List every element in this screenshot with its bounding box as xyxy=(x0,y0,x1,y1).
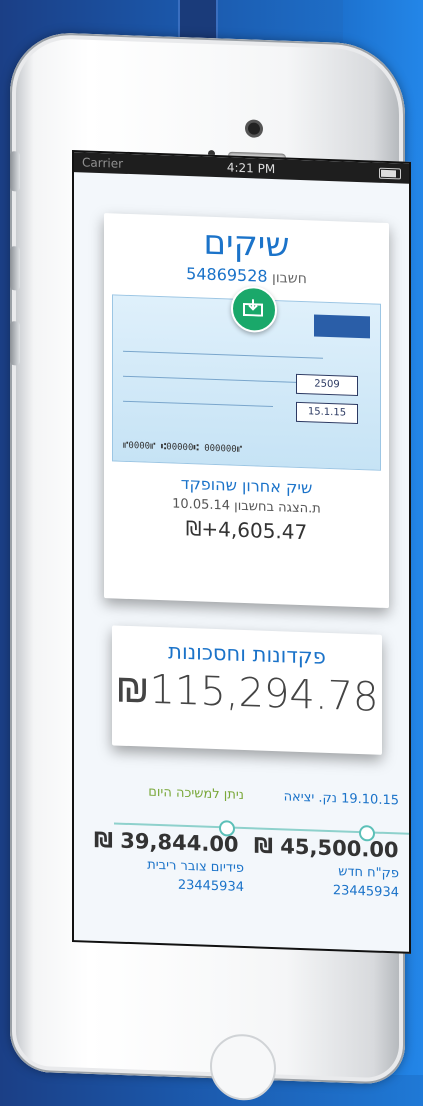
deposit-amount: ₪ 45,500.00 xyxy=(254,833,399,863)
volume-down-button xyxy=(10,321,20,366)
last-check-amount: ₪+4,605.47 xyxy=(185,515,308,545)
cheque-amount-box: 2509 xyxy=(296,373,358,396)
savings-amount: ₪115,294.78 xyxy=(115,665,379,721)
bank-logo xyxy=(314,314,370,339)
savings-title: פקדונות וחסכונות xyxy=(168,639,326,669)
account-number: 54869528 xyxy=(186,263,268,286)
home-button[interactable] xyxy=(210,1033,276,1102)
mute-switch xyxy=(10,151,20,192)
cheque-image[interactable]: 2509 15.1.15 ⑈0000⑈ ⑆00000⑆ 000000⑈ xyxy=(112,285,381,471)
inbox-download-icon xyxy=(243,299,263,317)
cheque-micr-line: ⑈0000⑈ ⑆00000⑆ 000000⑈ xyxy=(123,440,243,455)
deposit-availability: ניתן למשיכה היום xyxy=(148,784,244,804)
deposit-amount: ₪ 39,844.00 xyxy=(94,827,239,857)
deposit-exit-date: 19.10.15 נק. יציאה xyxy=(283,789,399,809)
checks-title: שיקים xyxy=(203,222,290,266)
carrier-label: Carrier xyxy=(82,155,124,171)
deposit-item[interactable]: 19.10.15 נק. יציאה ₪ 45,500.00 פק"ח חדש … xyxy=(254,788,399,900)
cheque-line xyxy=(123,375,303,384)
camera xyxy=(248,122,260,135)
status-time: 4:21 PM xyxy=(226,160,276,177)
deposit-number: 23445934 xyxy=(177,877,244,896)
cheque-date-box: 15.1.15 xyxy=(296,401,358,424)
deposit-item[interactable]: ניתן למשיכה היום ₪ 39,844.00 פידיום צובר… xyxy=(94,783,244,895)
checks-card[interactable]: שיקים חשבון 54869528 2509 15.1.15 ⑈0000⑈… xyxy=(104,213,389,609)
cheque-line xyxy=(123,350,323,359)
deposit-number: 23445934 xyxy=(332,883,399,901)
volume-up-button xyxy=(10,246,20,291)
account-label: חשבון xyxy=(272,269,307,288)
phone-screen: Carrier 4:21 PM שיקים חשבון 54869528 250… xyxy=(72,150,411,954)
deposit-cheque-button[interactable] xyxy=(231,285,277,334)
deposit-name: פידיום צובר ריבית xyxy=(147,857,244,877)
battery-icon xyxy=(379,167,401,179)
deposit-name: פק"ח חדש xyxy=(338,864,399,882)
cheque-line xyxy=(123,400,273,408)
savings-card[interactable]: פקדונות וחסכונות ₪115,294.78 xyxy=(112,625,382,755)
